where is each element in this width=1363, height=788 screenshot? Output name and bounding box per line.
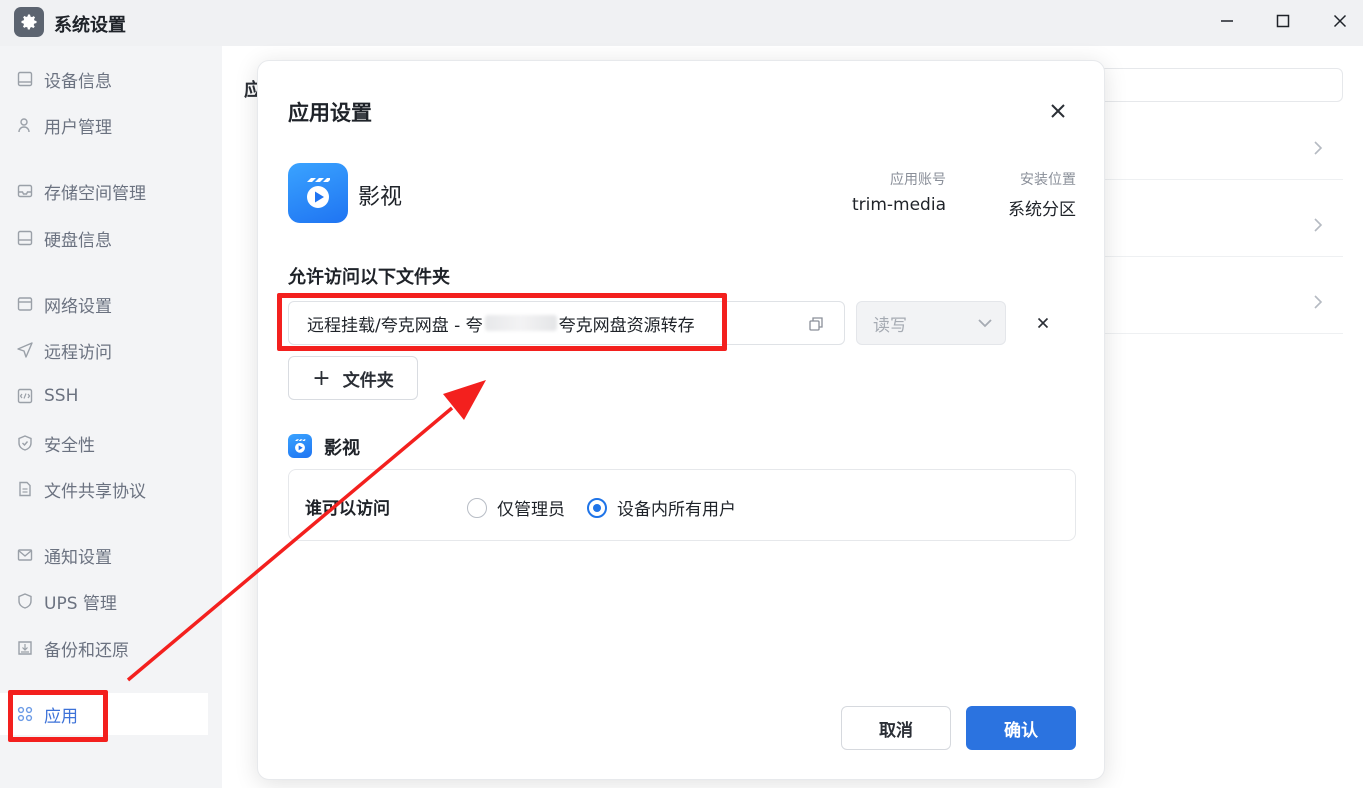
location-value: 系统分区: [1008, 200, 1076, 220]
chevron-right-icon: [1313, 294, 1323, 314]
location-label: 安装位置: [1020, 172, 1076, 188]
plus-icon: +: [312, 365, 331, 391]
add-folder-label: 文件夹: [342, 370, 394, 391]
radio-button[interactable]: [587, 497, 607, 518]
backup-icon: [16, 639, 34, 657]
sidebar: 设备信息 用户管理 存储空间管理 硬盘信息 网络设置 远程访问 SSH 安全性 …: [0, 46, 222, 788]
radio-label: 仅管理员: [497, 500, 565, 520]
account-value: trim-media: [851, 195, 946, 215]
sidebar-item-device-info[interactable]: 设备信息: [0, 58, 208, 100]
device-icon: [16, 70, 34, 88]
close-icon[interactable]: [1044, 97, 1072, 125]
sidebar-item-label: 备份和还原: [44, 640, 129, 661]
remove-folder-icon[interactable]: [1033, 313, 1053, 333]
sidebar-item-label: 远程访问: [44, 342, 112, 363]
sidebar-item-label: UPS 管理: [44, 593, 117, 614]
mail-icon: [16, 546, 34, 564]
account-label: 应用账号: [890, 172, 946, 188]
maximize-button[interactable]: [1268, 8, 1298, 34]
sidebar-item-label: 设备信息: [44, 71, 112, 92]
sidebar-item-ups[interactable]: UPS 管理: [0, 580, 208, 622]
list-item[interactable]: [1092, 118, 1343, 180]
video-app-icon: [288, 434, 312, 458]
radio-all-users[interactable]: 设备内所有用户: [587, 495, 736, 520]
permission-select[interactable]: 读写: [856, 301, 1006, 345]
sidebar-item-label: 硬盘信息: [44, 230, 112, 251]
folders-heading: 允许访问以下文件夹: [288, 267, 450, 288]
app-name: 影视: [358, 185, 403, 210]
window-title: 系统设置: [54, 15, 126, 36]
user-icon: [16, 116, 34, 134]
sidebar-item-disk[interactable]: 硬盘信息: [0, 217, 208, 259]
window-close-button[interactable]: [1325, 8, 1355, 34]
radio-button[interactable]: [467, 497, 487, 518]
title-bar: 系统设置: [0, 0, 1363, 46]
sidebar-item-label: 安全性: [44, 435, 95, 456]
send-icon: [16, 341, 34, 359]
sidebar-item-storage[interactable]: 存储空间管理: [0, 170, 208, 212]
code-icon: [16, 387, 34, 405]
sidebar-item-notifications[interactable]: 通知设置: [0, 534, 208, 576]
sidebar-item-label: 网络设置: [44, 296, 112, 317]
copy-icon[interactable]: [806, 314, 826, 334]
sidebar-item-network[interactable]: 网络设置: [0, 283, 208, 325]
sidebar-item-users[interactable]: 用户管理: [0, 104, 208, 146]
sidebar-item-label: 文件共享协议: [44, 481, 146, 502]
sidebar-item-label: 通知设置: [44, 547, 112, 568]
radio-label: 设备内所有用户: [617, 500, 736, 520]
shield-check-icon: [16, 434, 34, 452]
annotation-highlight-folder: [277, 293, 727, 351]
chevron-down-icon: [977, 315, 993, 336]
list-item[interactable]: [1092, 195, 1343, 257]
add-folder-button[interactable]: + 文件夹: [288, 356, 418, 400]
radio-admin-only[interactable]: 仅管理员: [467, 495, 565, 520]
sidebar-item-backup[interactable]: 备份和还原: [0, 627, 208, 669]
search-input[interactable]: [1092, 68, 1343, 102]
chevron-right-icon: [1313, 140, 1323, 160]
sidebar-item-remote-access[interactable]: 远程访问: [0, 329, 208, 371]
sidebar-item-file-sharing[interactable]: 文件共享协议: [0, 468, 208, 510]
gear-icon: [14, 7, 44, 37]
sidebar-item-label: SSH: [44, 386, 79, 406]
confirm-button[interactable]: 确认: [966, 706, 1076, 750]
cancel-button[interactable]: 取消: [841, 706, 951, 750]
dialog-title: 应用设置: [288, 101, 372, 125]
sidebar-item-ssh[interactable]: SSH: [0, 375, 208, 417]
shield-icon: [16, 592, 34, 610]
sidebar-item-label: 存储空间管理: [44, 183, 146, 204]
sidebar-item-label: 用户管理: [44, 117, 112, 138]
disk-icon: [16, 229, 34, 247]
storage-icon: [16, 182, 34, 200]
network-icon: [16, 295, 34, 313]
app-section-title: 影视: [324, 438, 360, 459]
annotation-highlight-apps: [8, 690, 108, 742]
app-settings-dialog: 应用设置 影视 应用账号 trim-media 安装位置 系统分区 允许访问以下…: [257, 60, 1105, 780]
chevron-right-icon: [1313, 217, 1323, 237]
file-icon: [16, 480, 34, 498]
permission-value: 读写: [873, 315, 907, 336]
access-label: 谁可以访问: [305, 499, 390, 519]
list-item[interactable]: [1092, 272, 1343, 334]
access-panel: 谁可以访问 仅管理员 设备内所有用户: [288, 469, 1076, 541]
sidebar-item-security[interactable]: 安全性: [0, 422, 208, 464]
video-app-icon: [288, 163, 348, 223]
minimize-button[interactable]: [1212, 8, 1242, 34]
